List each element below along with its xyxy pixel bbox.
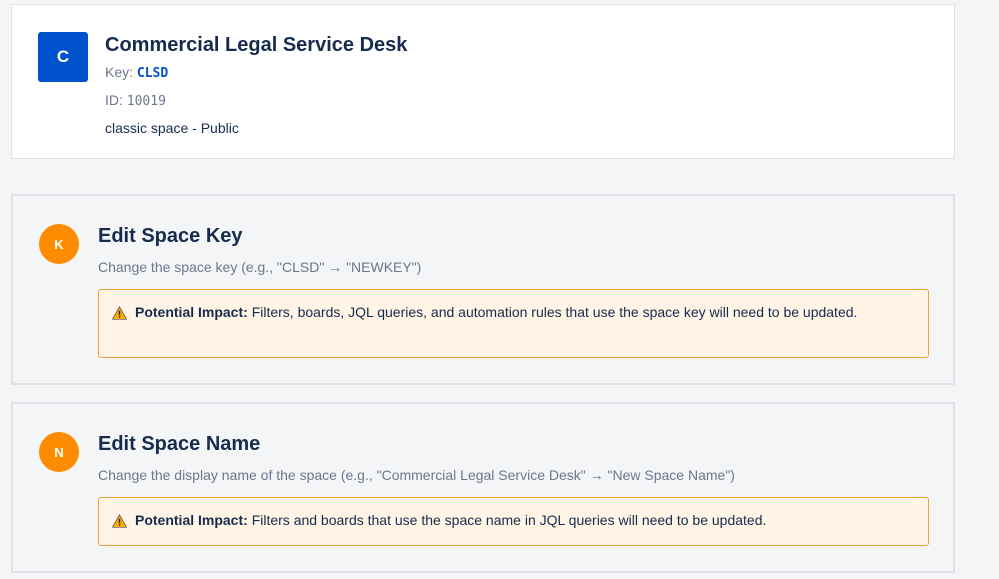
space-info: Commercial Legal Service Desk Key: CLSD … <box>105 32 407 138</box>
impact-label: Potential Impact: <box>135 512 248 528</box>
space-title: Commercial Legal Service Desk <box>105 34 408 56</box>
space-key-line: Key: CLSD <box>105 62 407 84</box>
space-header-card: C Commercial Legal Service Desk Key: CLS… <box>11 4 955 159</box>
space-id-value: 10019 <box>126 94 166 109</box>
impact-warning-box: Potential Impact: Filters and boards tha… <box>98 497 929 546</box>
warning-triangle-icon <box>112 514 127 528</box>
impact-text: Filters and boards that use the space na… <box>251 512 767 528</box>
edit-space-key-description: Change the space key (e.g., "CLSD" → "NE… <box>98 259 422 275</box>
step-badge-name: N <box>39 432 79 472</box>
edit-space-name-card[interactable]: N Edit Space Name Change the display nam… <box>11 402 955 573</box>
step-badge-key: K <box>39 224 79 264</box>
warning-triangle-icon <box>112 306 127 320</box>
space-id-line: ID: 10019 <box>105 90 407 112</box>
impact-label: Potential Impact: <box>135 304 248 320</box>
edit-space-key-title[interactable]: Edit Space Key <box>98 223 243 249</box>
edit-space-key-card[interactable]: K Edit Space Key Change the space key (e… <box>11 194 955 385</box>
edit-space-name-title[interactable]: Edit Space Name <box>98 431 260 457</box>
space-key-label: Key: <box>105 64 134 80</box>
edit-space-name-description: Change the display name of the space (e.… <box>98 467 735 483</box>
space-type-line: classic space - Public <box>105 120 239 136</box>
space-key-value: CLSD <box>136 66 169 81</box>
space-avatar: C <box>38 32 88 82</box>
impact-warning-box: Potential Impact: Filters, boards, JQL q… <box>98 289 929 358</box>
impact-text: Filters, boards, JQL queries, and automa… <box>251 304 858 320</box>
space-id-label: ID: <box>105 92 123 108</box>
